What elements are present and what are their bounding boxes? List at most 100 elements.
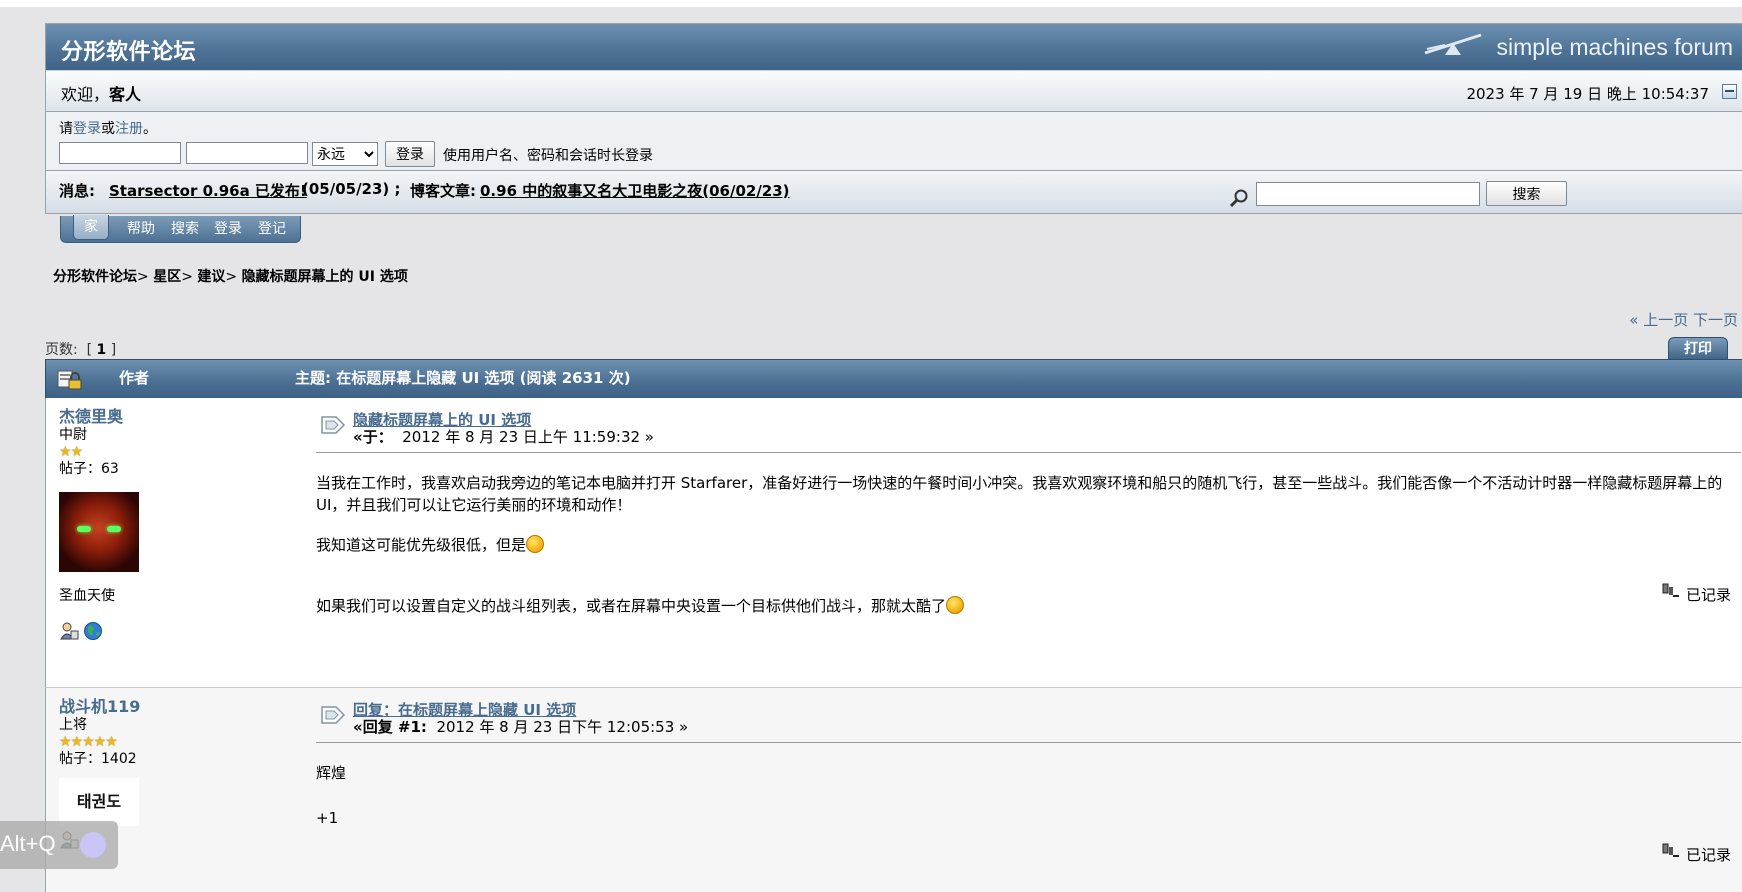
author-column-header: 作者 xyxy=(119,369,150,387)
topic-title-header: 主题: 在标题屏幕上隐藏 UI 选项 (阅读 2631 次) xyxy=(295,369,631,387)
poster-name[interactable]: 战斗机119 xyxy=(59,697,140,716)
post-timestamp: «回复 #1: 2012 年 8 月 23 日下午 12:05:53 » xyxy=(353,716,688,737)
rank-stars-icon: ★★★★★ xyxy=(59,734,118,750)
prompt-pre: 请 xyxy=(59,121,73,137)
prompt-period: 。 xyxy=(143,121,157,137)
tab-home[interactable]: 家 xyxy=(73,215,109,240)
login-hint: 使用用户名、密码和会话时长登录 xyxy=(443,148,653,164)
next-page-link[interactable]: 下一页 xyxy=(1693,311,1738,329)
post: 杰德里奥 中尉 ★★ 帖子：63 圣血天使 隐藏标题屏幕上的 UI 选项 «于：… xyxy=(45,398,1742,688)
message-text: 如果我们可以设置自定义的战斗组列表，或者在屏幕中央设置一个目标供他们战斗，那就太… xyxy=(316,597,947,615)
message-paragraph: 如果我们可以设置自定义的战斗组列表，或者在屏幕中央设置一个目标供他们战斗，那就太… xyxy=(316,595,1729,617)
poster-name[interactable]: 杰德里奥 xyxy=(59,407,123,426)
news-link-blog[interactable]: 0.96 中的叙事又名大卫电影之夜(06/02/23) xyxy=(480,180,790,201)
welcome-bar: 欢迎，客人 2023 年 7 月 19 日 晚上 10:54:37 xyxy=(46,70,1742,112)
poster-rank: 上将 xyxy=(59,717,87,733)
shortcut-label: Alt+Q xyxy=(0,831,56,856)
poster-post-count: 帖子：63 xyxy=(59,461,119,477)
post-body: 回复：在标题屏幕上隐藏 UI 选项 «回复 #1: 2012 年 8 月 23 … xyxy=(316,696,1741,829)
logged-indicator: 已记录 xyxy=(1661,582,1731,605)
poster-custom-text: 圣血天使 xyxy=(59,588,115,604)
tab-login[interactable]: 登录 xyxy=(214,218,242,238)
profile-icon[interactable] xyxy=(59,621,79,641)
login-prompt: 请登录或注册。 xyxy=(59,118,157,138)
pagination: 页数: [ 1 ] xyxy=(45,339,116,359)
session-length-select[interactable]: 永远 xyxy=(312,142,378,166)
avatar: 태권도 xyxy=(59,778,139,826)
login-bar: 请登录或注册。 永远 登录 使用用户名、密码和会话时长登录 xyxy=(46,112,1742,171)
breadcrumb-topic[interactable]: 隐藏标题屏幕上的 UI 选项 xyxy=(242,269,408,285)
logged-text: 已记录 xyxy=(1685,586,1731,604)
thread-header: 作者 主题: 在标题屏幕上隐藏 UI 选项 (阅读 2631 次) xyxy=(45,359,1742,399)
post-timestamp: «于： 2012 年 8 月 23 日上午 11:59:32 » xyxy=(353,426,654,447)
guest-name: 客人 xyxy=(109,85,142,104)
post-xx-icon xyxy=(321,706,346,724)
breadcrumb-separator: > xyxy=(181,269,198,285)
post-when: 2012 年 8 月 23 日下午 12:05:53 » xyxy=(436,718,689,736)
password-input[interactable] xyxy=(186,142,308,164)
breadcrumb-forum[interactable]: 分形软件论坛 xyxy=(53,269,137,285)
username-input[interactable] xyxy=(59,142,181,164)
shortcut-overlay[interactable]: Alt+Q xyxy=(0,821,118,869)
post-body: 隐藏标题屏幕上的 UI 选项 «于： 2012 年 8 月 23 日上午 11:… xyxy=(316,406,1741,617)
avatar-eye xyxy=(77,526,91,532)
forum-title[interactable]: 分形软件论坛 xyxy=(61,34,196,66)
breadcrumb-separator: > xyxy=(225,269,242,285)
search-icon xyxy=(1229,189,1248,208)
poster-icons xyxy=(59,621,139,646)
pages-label: 页数: xyxy=(45,342,78,358)
breadcrumb-sector[interactable]: 星区 xyxy=(153,269,181,285)
logged-indicator: 已记录 xyxy=(1661,842,1731,865)
tab-register[interactable]: 登记 xyxy=(258,218,286,238)
post-when-label: «于： xyxy=(353,428,393,446)
news-label: 消息: xyxy=(59,182,95,200)
post-when-label: «回复 #1: xyxy=(353,718,427,736)
poster-post-count: 帖子：1402 xyxy=(59,751,137,767)
login-button[interactable]: 登录 xyxy=(385,141,435,167)
forum-container: 分形软件论坛 simple machines forum 欢迎，客人 2023 … xyxy=(45,23,1742,214)
pages-close-bracket: ] xyxy=(110,342,117,358)
login-link[interactable]: 登录 xyxy=(73,121,101,137)
current-page: 1 xyxy=(96,342,107,358)
prev-page-link[interactable]: « 上一页 xyxy=(1629,311,1688,329)
print-button[interactable]: 打印 xyxy=(1668,337,1728,360)
tab-help[interactable]: 帮助 xyxy=(127,218,155,238)
locked-topic-icon xyxy=(57,370,82,390)
register-link[interactable]: 注册 xyxy=(115,121,143,137)
poster-info: 杰德里奥 中尉 ★★ 帖子：63 圣血天使 xyxy=(59,408,139,646)
search-button[interactable]: 搜索 xyxy=(1486,181,1567,206)
news-link-release[interactable]: Starsector 0.96a 已发布! xyxy=(109,180,307,201)
message-paragraph: 我知道这可能优先级很低，但是 xyxy=(316,534,1729,556)
website-globe-icon[interactable] xyxy=(83,621,105,641)
smiley-icon xyxy=(526,535,545,553)
search-input[interactable] xyxy=(1256,182,1480,206)
post-xx-icon xyxy=(321,416,346,434)
news-date: (05/05/23) ; xyxy=(302,180,401,198)
breadcrumb-suggestions[interactable]: 建议 xyxy=(197,269,225,285)
collapse-icon[interactable] xyxy=(1722,84,1737,99)
pages-open-bracket: [ xyxy=(86,342,93,358)
smf-logo-icon xyxy=(1424,33,1482,55)
poster-rank: 中尉 xyxy=(59,427,87,443)
tab-search[interactable]: 搜索 xyxy=(171,218,199,238)
message-text: 我知道这可能优先级很低，但是 xyxy=(316,536,527,554)
post-message: 当我在工作时，我喜欢启动我旁边的笔记本电脑并打开 Starfarer，准备好进行… xyxy=(316,472,1741,617)
post-when: 2012 年 8 月 23 日上午 11:59:32 » xyxy=(402,428,654,446)
prev-next-nav: « 上一页 下一页 xyxy=(1629,309,1738,330)
news-bar: 消息: Starsector 0.96a 已发布! (05/05/23) ; 博… xyxy=(46,171,1742,213)
avatar xyxy=(59,492,139,572)
breadcrumb-separator: > xyxy=(137,269,154,285)
smiley-icon xyxy=(946,596,965,614)
assistant-icon[interactable] xyxy=(80,832,106,858)
prompt-or: 或 xyxy=(101,121,115,137)
message-paragraph: 辉煌 xyxy=(316,764,347,782)
smf-brand[interactable]: simple machines forum xyxy=(1497,34,1733,61)
current-datetime: 2023 年 7 月 19 日 晚上 10:54:37 xyxy=(1466,85,1709,103)
forum-header: 分形软件论坛 simple machines forum xyxy=(46,24,1742,70)
greeting: 欢迎， xyxy=(61,85,110,104)
post-header: 隐藏标题屏幕上的 UI 选项 «于： 2012 年 8 月 23 日上午 11:… xyxy=(316,406,1741,453)
main-menu-tabs: 家 帮助 搜索 登录 登记 xyxy=(60,215,301,243)
ip-logged-icon xyxy=(1662,843,1680,857)
post-message: 辉煌 +1 xyxy=(316,762,1741,829)
logged-text: 已记录 xyxy=(1685,846,1731,864)
